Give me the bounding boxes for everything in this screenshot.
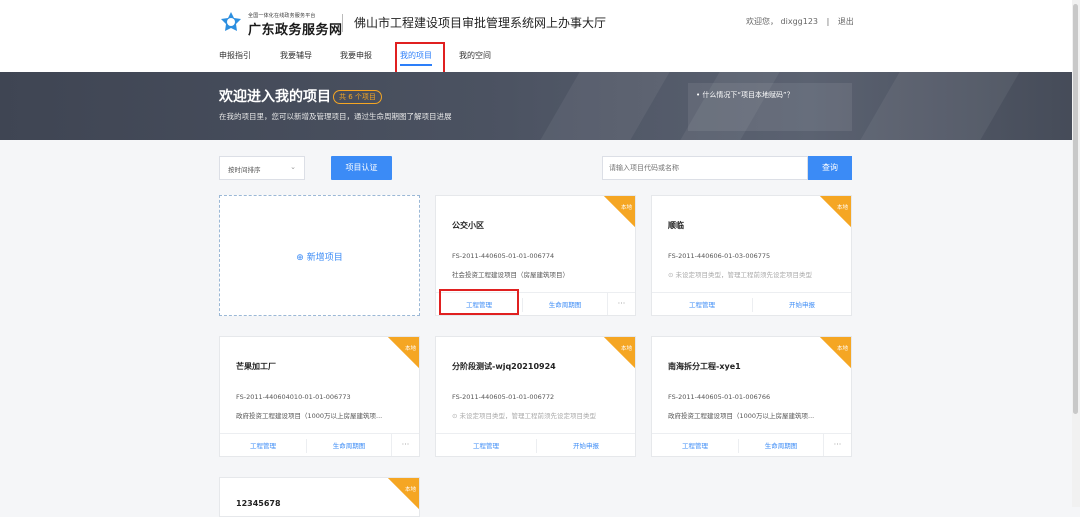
engineering-manage-button[interactable]: 工程管理 xyxy=(220,434,306,456)
highlight-box-manage xyxy=(439,289,519,315)
new-project-card[interactable]: ⊕ 新增项目 xyxy=(219,195,420,316)
brand-subtitle: 全国一体化在线政务服务平台 xyxy=(248,13,316,19)
project-code: FS-2011-440605-01-01-006774 xyxy=(452,252,555,260)
search-input[interactable] xyxy=(602,156,808,180)
nav-item-guide[interactable]: 申报指引 xyxy=(219,50,251,61)
local-corner-label: 本地 xyxy=(620,205,632,211)
project-card: 本地 芒果加工厂 FS-2011-440604010-01-01-006773 … xyxy=(219,336,420,457)
local-corner-label: 本地 xyxy=(620,346,632,352)
banner-subtitle: 在我的项目里，您可以新增及管理项目，通过生命周期图了解项目进展 xyxy=(219,112,452,121)
header-divider xyxy=(342,14,343,32)
project-auth-button[interactable]: 项目认证 xyxy=(331,156,392,180)
project-code: FS-2011-440604010-01-01-006773 xyxy=(236,393,351,401)
project-code: FS-2011-440606-01-03-006775 xyxy=(668,252,771,260)
local-corner-tag xyxy=(819,196,851,228)
gd-logo-icon xyxy=(221,12,241,31)
chevron-down-icon: ⌄ xyxy=(290,163,296,171)
local-corner-tag xyxy=(387,478,419,510)
welcome-text: 欢迎您， dixgg123 xyxy=(746,17,819,26)
card-actions: 工程管理 生命周期图 ··· xyxy=(220,433,419,456)
local-corner-tag xyxy=(387,337,419,369)
project-code: FS-2011-440605-01-01-006772 xyxy=(452,393,555,401)
user-bar: 欢迎您， dixgg123 | 退出 xyxy=(746,16,860,27)
more-icon[interactable]: ··· xyxy=(823,434,851,456)
more-icon[interactable]: ··· xyxy=(607,293,635,315)
local-corner-label: 本地 xyxy=(404,346,416,352)
local-corner-label: 本地 xyxy=(836,346,848,352)
search-button[interactable]: 查询 xyxy=(808,156,852,180)
local-corner-label: 本地 xyxy=(836,205,848,211)
logout-link[interactable]: 退出 xyxy=(838,17,854,26)
project-type: 政府投资工程建设项目（1000万以上房屋建筑项... xyxy=(236,412,383,420)
project-card: 本地 12345678 xyxy=(219,477,420,517)
engineering-manage-button[interactable]: 工程管理 xyxy=(436,434,536,456)
brand-title: 广东政务服务网 xyxy=(248,23,343,38)
banner-decoration xyxy=(860,72,1020,140)
nav-item-coaching[interactable]: 我要辅导 xyxy=(280,50,312,61)
lifecycle-chart-button[interactable]: 生命周期图 xyxy=(306,434,392,456)
project-title[interactable]: 分阶段测试-wjq20210924 xyxy=(452,361,556,372)
sort-select[interactable]: 按时间排序 ⌄ xyxy=(219,156,305,180)
more-icon[interactable]: ··· xyxy=(391,434,419,456)
card-actions: 工程管理 生命周期图 ··· xyxy=(652,433,851,456)
top-header: 全国一体化在线政务服务平台 广东政务服务网 佛山市工程建设项目审批管理系统网上办… xyxy=(0,0,1080,72)
scrollbar-thumb[interactable] xyxy=(1073,4,1078,414)
project-code: FS-2011-440605-01-01-006766 xyxy=(668,393,771,401)
project-type: 政府投资工程建设项目（1000万以上房屋建筑项... xyxy=(668,412,815,420)
project-card: 本地 南海拆分工程-xye1 FS-2011-440605-01-01-0067… xyxy=(651,336,852,457)
highlight-box-nav xyxy=(395,42,445,76)
project-title[interactable]: 芒果加工厂 xyxy=(236,361,276,372)
project-type: 社会投资工程建设项目（房屋建筑项目） xyxy=(452,271,569,279)
user-separator: | xyxy=(826,17,830,26)
project-title[interactable]: 南海拆分工程-xye1 xyxy=(668,361,741,372)
nav-item-apply[interactable]: 我要申报 xyxy=(340,50,372,61)
banner-title: 欢迎进入我的项目 xyxy=(219,89,331,105)
start-apply-button[interactable]: 开始申报 xyxy=(752,293,851,315)
project-title[interactable]: 公交小区 xyxy=(452,220,484,231)
local-corner-tag xyxy=(603,337,635,369)
project-card: 本地 分阶段测试-wjq20210924 FS-2011-440605-01-0… xyxy=(435,336,636,457)
local-corner-tag xyxy=(603,196,635,228)
project-title[interactable]: 顺临 xyxy=(668,220,684,231)
project-card: 本地 顺临 FS-2011-440606-01-03-006775 ⊙ 未设定项… xyxy=(651,195,852,316)
engineering-manage-button[interactable]: 工程管理 xyxy=(652,293,752,315)
project-type-warning: ⊙ 未设定项目类型，管理工程前须先设定项目类型 xyxy=(452,412,597,420)
welcome-banner xyxy=(0,72,1080,140)
lifecycle-chart-button[interactable]: 生命周期图 xyxy=(738,434,824,456)
local-corner-label: 本地 xyxy=(404,487,416,493)
card-actions: 工程管理 开始申报 xyxy=(652,292,851,315)
lifecycle-chart-button[interactable]: 生命周期图 xyxy=(522,293,608,315)
banner-decoration xyxy=(540,72,670,140)
help-link[interactable]: • 什么情况下“项目本地赋码”？ xyxy=(696,90,794,100)
nav-item-my-space[interactable]: 我的空间 xyxy=(459,50,491,61)
project-count-badge: 共 6 个项目 xyxy=(333,90,382,104)
site-title: 佛山市工程建设项目审批管理系统网上办事大厅 xyxy=(354,16,607,30)
engineering-manage-button[interactable]: 工程管理 xyxy=(652,434,738,456)
card-actions: 工程管理 开始申报 xyxy=(436,433,635,456)
project-type-warning: ⊙ 未设定项目类型，管理工程前须先设定项目类型 xyxy=(668,271,813,279)
sort-select-value: 按时间排序 xyxy=(228,166,261,174)
start-apply-button[interactable]: 开始申报 xyxy=(536,434,635,456)
new-project-label: ⊕ 新增项目 xyxy=(296,253,343,263)
local-corner-tag xyxy=(819,337,851,369)
